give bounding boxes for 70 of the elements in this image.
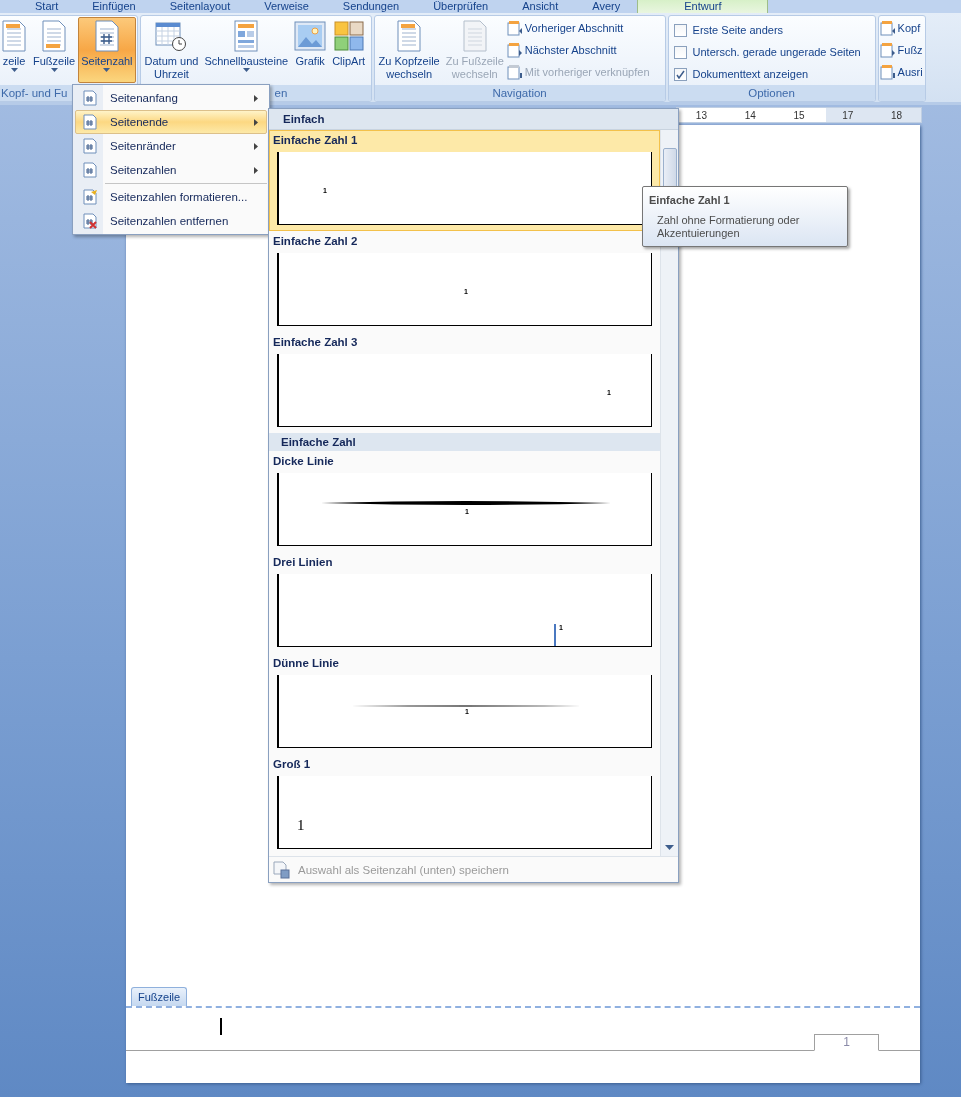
- link-pages-icon: [506, 64, 523, 80]
- calendar-clock-icon: [155, 20, 188, 52]
- align-tab-icon: [879, 64, 896, 80]
- ribbon-button[interactable]: Fußzeile: [30, 17, 79, 83]
- page-bottom-icon: [82, 114, 98, 130]
- ribbon-button[interactable]: Vorheriger Abschnitt: [506, 19, 650, 37]
- footer-page-icon: [41, 20, 68, 52]
- page-margin-icon: [82, 138, 98, 154]
- ribbon-tab[interactable]: Überprüfen: [416, 0, 506, 13]
- image-icon: [294, 20, 327, 52]
- footer-insert-icon: [879, 42, 896, 58]
- ribbon-button[interactable]: Kopf: [879, 19, 923, 37]
- menu-item[interactable]: Seitenzahlen formatieren...: [75, 185, 267, 209]
- footer-page-icon: [461, 20, 488, 52]
- ribbon-button[interactable]: Fußz: [879, 41, 923, 59]
- page-number: 1: [814, 1034, 879, 1051]
- checkbox[interactable]: [673, 23, 687, 37]
- group-label-bar: [878, 85, 925, 101]
- group-label: Navigation: [374, 85, 665, 101]
- ribbon-button[interactable]: Seitenzahl: [78, 17, 136, 83]
- menu-item[interactable]: Seitenzahlen entfernen: [75, 209, 267, 233]
- gallery-header: Einfach: [269, 109, 678, 130]
- ribbon-button[interactable]: Schnellbausteine: [201, 17, 292, 83]
- checkbox-label: Untersch. gerade ungerade Seiten: [692, 46, 861, 58]
- ribbon-button[interactable]: Ausri: [879, 63, 923, 81]
- checkbox-label: Erste Seite anders: [692, 24, 784, 36]
- ribbon-tab[interactable]: Ansicht: [505, 0, 576, 13]
- checkbox[interactable]: [673, 67, 687, 81]
- ribbon-tab[interactable]: Einfügen: [75, 0, 153, 13]
- page-number-icon: [93, 20, 120, 52]
- next-section-icon: [506, 42, 523, 58]
- ribbon-button[interactable]: Nächster Abschnitt: [506, 41, 650, 59]
- header-insert-icon: [879, 20, 896, 36]
- menu-item[interactable]: Seitenränder: [75, 134, 267, 158]
- ribbon-button[interactable]: zeile: [0, 17, 30, 83]
- group-label: Optionen: [668, 85, 875, 101]
- ribbon-tab[interactable]: Verweise: [247, 0, 326, 13]
- section-header: Einfache Zahl: [269, 433, 660, 451]
- ruler-number: 15: [793, 109, 805, 121]
- format-icon: [82, 189, 98, 205]
- ruler-number: 17: [842, 109, 854, 121]
- ruler-number: 18: [891, 109, 903, 121]
- ribbon-tab[interactable]: Entwurf: [637, 0, 769, 13]
- ribbon-button[interactable]: ClipArt: [329, 17, 369, 83]
- scroll-down-icon[interactable]: [665, 845, 674, 850]
- page-top-icon: [82, 90, 98, 106]
- previous-section-icon: [506, 20, 523, 36]
- preview-number: 1: [297, 818, 305, 833]
- ribbon-tab[interactable]: Sendungen: [325, 0, 417, 13]
- ribbon-tab[interactable]: Seitenlayout: [152, 0, 248, 13]
- ribbon-button[interactable]: Grafik: [291, 17, 330, 83]
- document-blocks-icon: [233, 20, 260, 52]
- checkbox-label: Dokumenttext anzeigen: [692, 68, 809, 80]
- menu-item[interactable]: Seitenende: [75, 110, 267, 134]
- clip-art-icon: [332, 20, 365, 52]
- ruler-number: 14: [744, 109, 756, 121]
- ribbon-tab[interactable]: Avery: [575, 0, 638, 13]
- text-cursor: [220, 1018, 222, 1035]
- remove-icon: [82, 213, 98, 229]
- ruler-number: 13: [695, 109, 707, 121]
- page-number-icon: [82, 162, 98, 178]
- ribbon-tab[interactable]: Start: [18, 0, 76, 13]
- save-page-icon: [272, 860, 290, 879]
- header-page-icon: [396, 20, 423, 52]
- ribbon-button[interactable]: Zu Kopfzeile wechseln: [375, 17, 443, 83]
- vertical-line-drawing: [554, 624, 556, 646]
- ribbon-button[interactable]: Datum und Uhrzeit: [141, 17, 202, 83]
- header-page-icon: [1, 20, 27, 52]
- checkbox[interactable]: [673, 45, 687, 59]
- menu-item[interactable]: Seitenzahlen: [75, 158, 267, 182]
